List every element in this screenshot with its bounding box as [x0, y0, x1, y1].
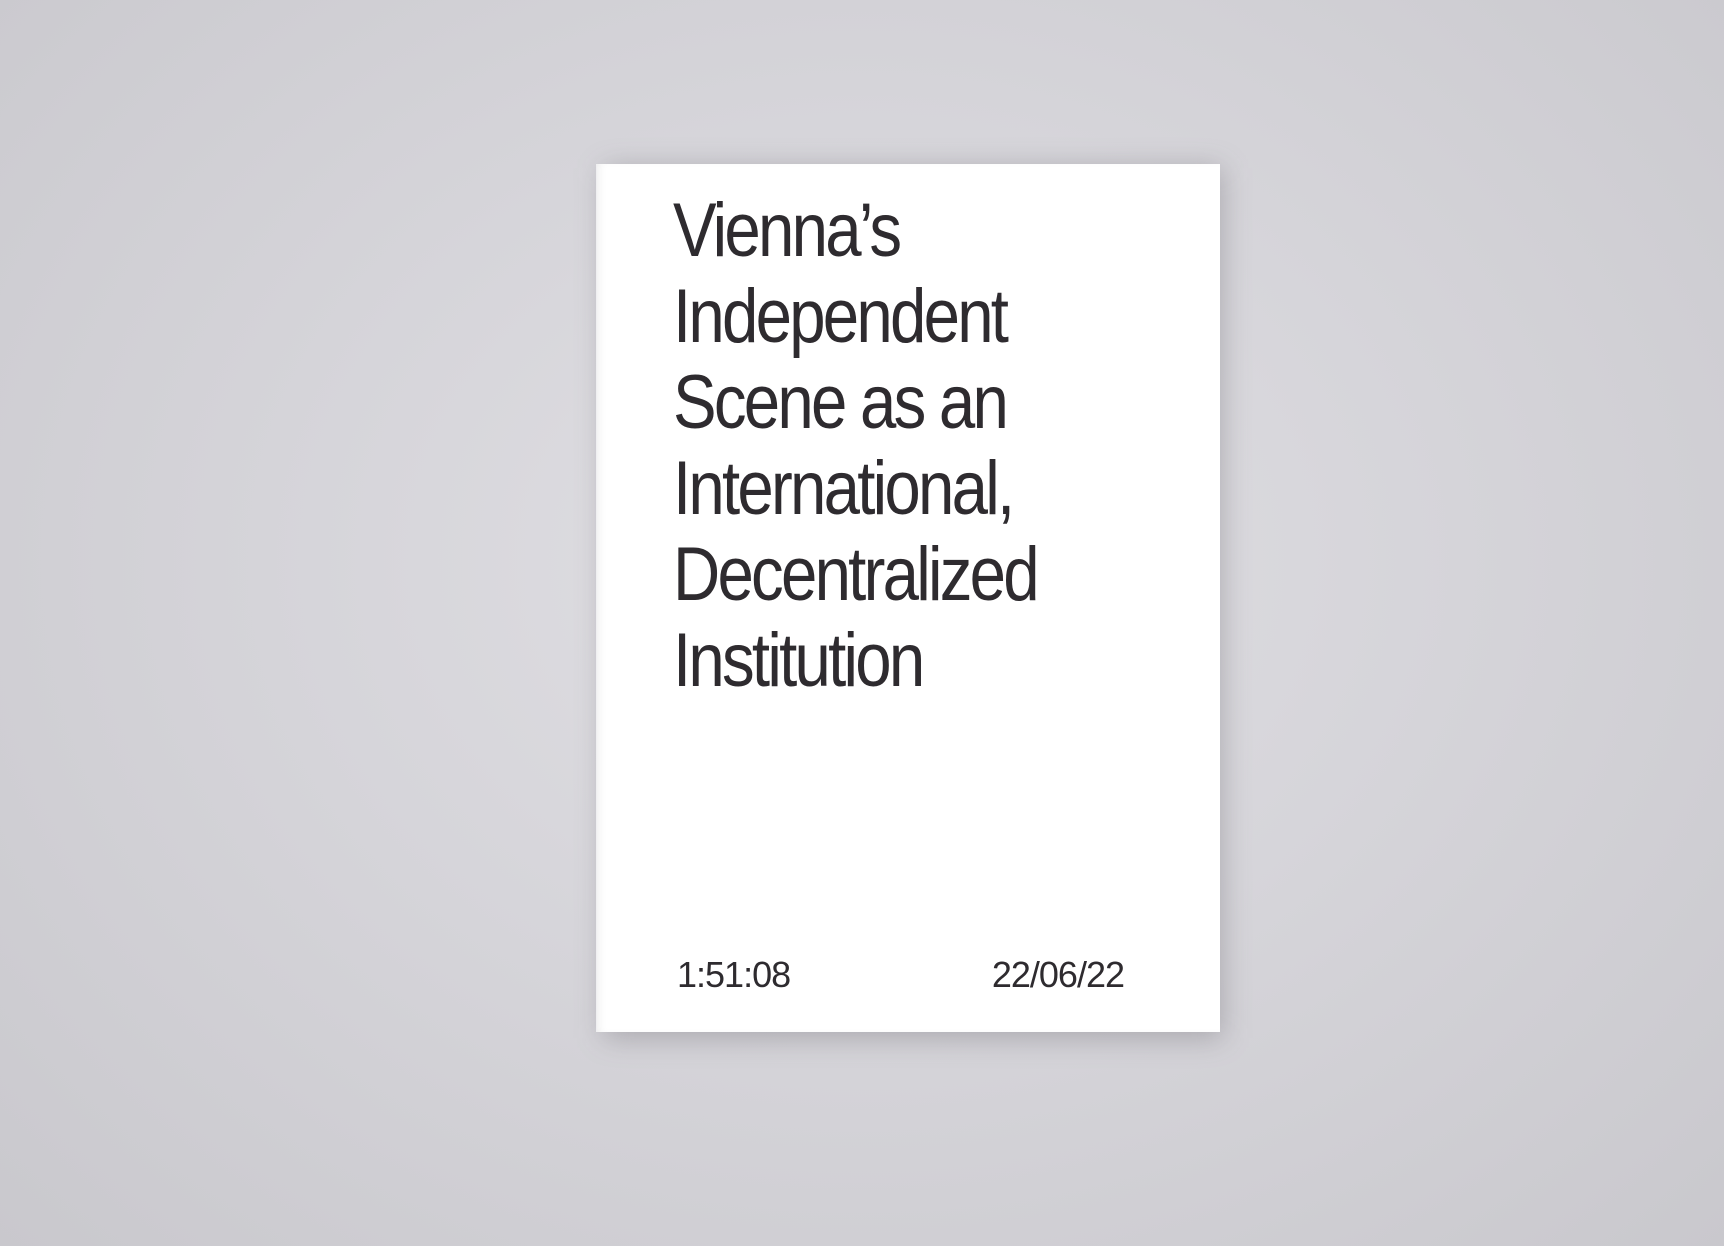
book-duration: 1:51:08 [677, 954, 791, 995]
book-title-line-6: Institution [673, 618, 925, 703]
book-title-line-4: International, [673, 446, 1015, 531]
book-footer: 1:51:08 22/06/22 [677, 954, 1125, 996]
book-title: Vienna’s Independent Scene as an Interna… [673, 188, 1120, 704]
book-title-line-1: Vienna’s [673, 188, 902, 273]
book-title-line-5: Decentralized [673, 532, 1040, 617]
book-cover: Vienna’s Independent Scene as an Interna… [596, 164, 1220, 1032]
book-title-line-2: Independent [673, 274, 1009, 359]
book-date: 22/06/22 [991, 954, 1125, 995]
book-title-line-3: Scene as an [673, 360, 1009, 445]
